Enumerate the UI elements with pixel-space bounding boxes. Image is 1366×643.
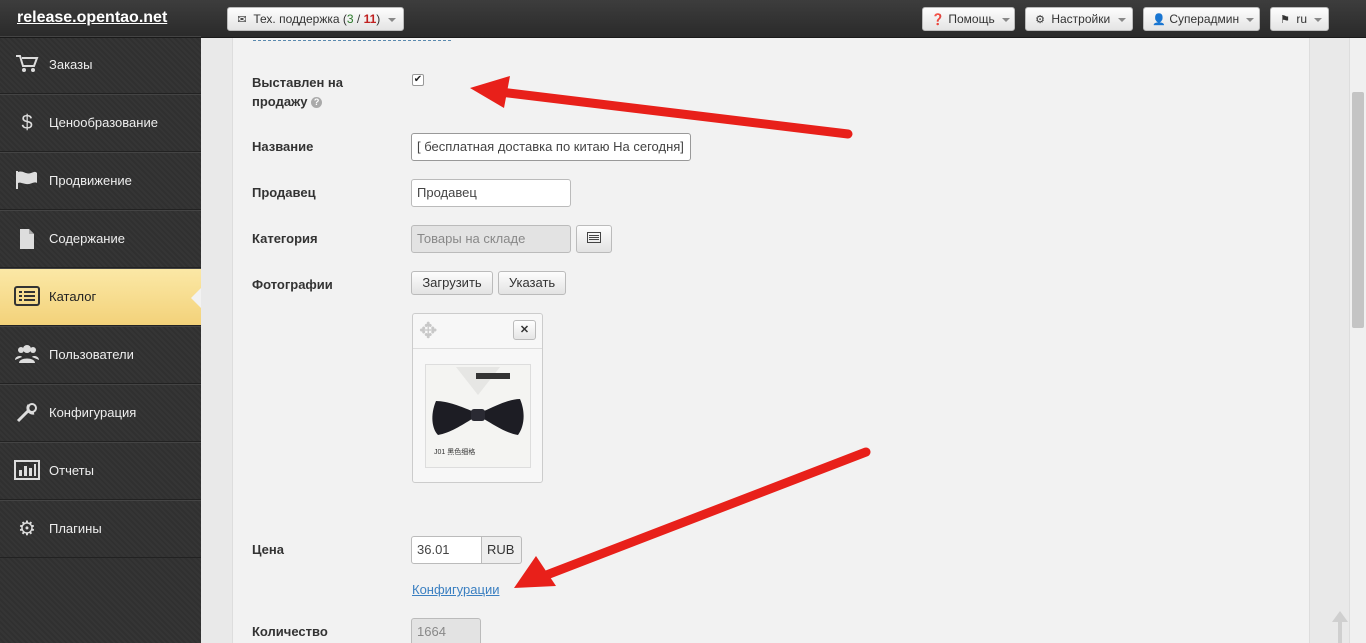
user-icon: 👤	[1152, 14, 1166, 26]
wrench-icon	[14, 402, 40, 424]
list-icon	[14, 286, 40, 308]
question-icon[interactable]: ?	[311, 97, 323, 109]
sidebar-item-plugins[interactable]: ⚙ Плагины	[0, 500, 201, 558]
chevron-down-icon	[1246, 17, 1255, 22]
photo-caption: J01 黑色细格	[434, 449, 476, 456]
move-icon[interactable]: ✥	[419, 319, 443, 343]
sidebar-item-users[interactable]: Пользователи	[0, 326, 201, 384]
photo-card: ✥ ✕ J01 黑色细格	[412, 313, 543, 483]
chevron-down-icon	[1314, 17, 1323, 22]
photo-card-header: ✥ ✕	[413, 314, 542, 349]
sidebar-item-orders[interactable]: Заказы	[0, 36, 201, 94]
user-button[interactable]: 👤 Суперадмин	[1143, 7, 1260, 31]
seller-field[interactable]: Продавец	[411, 179, 571, 207]
sidebar-item-label: Конфигурация	[49, 405, 137, 420]
sidebar-item-catalog[interactable]: Каталог	[0, 268, 201, 326]
quantity-label: Количество	[252, 624, 328, 639]
seller-label: Продавец	[252, 185, 316, 200]
top-bar: release.opentao.net ✉ Тех. поддержка (3 …	[0, 0, 1366, 38]
product-form-panel: Выставлен на продажу ? ✔ Название [ бесп…	[232, 38, 1310, 643]
help-label: Помощь	[948, 12, 995, 26]
on-sale-label-line2: продажу	[252, 94, 308, 109]
sidebar-item-label: Отчеты	[49, 463, 94, 478]
support-label: Тех. поддержка	[253, 12, 340, 26]
page-scrollbar[interactable]	[1349, 38, 1366, 643]
category-select-button[interactable]	[576, 225, 612, 253]
support-open-count: 3	[346, 12, 354, 26]
user-label: Суперадмин	[1169, 12, 1240, 26]
upload-button[interactable]: Загрузить	[411, 271, 493, 295]
language-button[interactable]: ⚑ ru	[1270, 7, 1329, 31]
sidebar-item-content[interactable]: Содержание	[0, 210, 201, 268]
price-label: Цена	[252, 542, 284, 557]
sidebar-item-label: Пользователи	[49, 347, 134, 362]
product-photo: J01 黑色细格	[425, 364, 531, 468]
main-content: Выставлен на продажу ? ✔ Название [ бесп…	[201, 38, 1349, 643]
quantity-field: 1664	[411, 618, 481, 643]
file-icon	[14, 228, 40, 250]
brand-link[interactable]: release.opentao.net	[17, 9, 167, 27]
support-separator: /	[353, 12, 364, 26]
list-icon	[587, 231, 601, 246]
currency-addon: RUB	[482, 536, 522, 564]
scrollbar-thumb[interactable]	[1352, 92, 1364, 328]
chevron-down-icon	[387, 17, 396, 22]
sidebar: Заказы $ Ценообразование Продвижение Сод…	[0, 36, 201, 643]
sidebar-item-label: Ценообразование	[49, 115, 158, 130]
specify-button[interactable]: Указать	[498, 271, 566, 295]
configurations-link[interactable]: Конфигурации	[412, 582, 499, 597]
sidebar-item-reports[interactable]: Отчеты	[0, 442, 201, 500]
support-total-count: 11	[363, 12, 377, 26]
flag-icon: ⚑	[1280, 14, 1290, 26]
price-field[interactable]: 36.01	[411, 536, 482, 564]
settings-button[interactable]: ⚙ Настройки	[1025, 7, 1133, 31]
language-label: ru	[1296, 12, 1308, 26]
chevron-down-icon	[1002, 17, 1011, 22]
sidebar-item-label: Каталог	[49, 289, 97, 304]
on-sale-label: Выставлен на продажу ?	[252, 73, 343, 111]
category-label: Категория	[252, 231, 318, 246]
envelope-icon: ✉	[237, 14, 247, 26]
sidebar-item-label: Продвижение	[49, 173, 132, 188]
on-sale-label-line1: Выставлен на	[252, 75, 343, 90]
sidebar-item-label: Заказы	[49, 57, 93, 72]
cart-icon	[14, 54, 40, 76]
name-label: Название	[252, 139, 314, 154]
gear-icon: ⚙	[18, 518, 36, 540]
divider	[253, 40, 451, 41]
chart-icon	[14, 460, 40, 482]
sidebar-item-configuration[interactable]: Конфигурация	[0, 384, 201, 442]
support-button[interactable]: ✉ Тех. поддержка (3 / 11)	[227, 7, 404, 31]
category-field: Товары на складе	[411, 225, 571, 253]
chevron-down-icon	[1117, 17, 1126, 22]
remove-photo-button[interactable]: ✕	[513, 320, 536, 340]
question-circle-icon: ❓	[931, 14, 945, 26]
name-field[interactable]: [ бесплатная доставка по китаю На сегодн…	[411, 133, 691, 161]
cogs-icon: ⚙	[1035, 14, 1045, 26]
sidebar-item-pricing[interactable]: $ Ценообразование	[0, 94, 201, 152]
scroll-to-top-icon[interactable]	[1329, 610, 1351, 643]
photos-label: Фотографии	[252, 277, 333, 292]
sidebar-item-promotion[interactable]: Продвижение	[0, 152, 201, 210]
settings-label: Настройки	[1051, 12, 1111, 26]
help-button[interactable]: ❓ Помощь	[922, 7, 1015, 31]
users-icon	[14, 344, 40, 366]
dollar-icon: $	[21, 112, 33, 134]
sidebar-item-label: Содержание	[49, 231, 125, 246]
on-sale-checkbox[interactable]: ✔	[412, 74, 424, 86]
flag-icon	[14, 170, 40, 192]
sidebar-item-label: Плагины	[49, 521, 102, 536]
